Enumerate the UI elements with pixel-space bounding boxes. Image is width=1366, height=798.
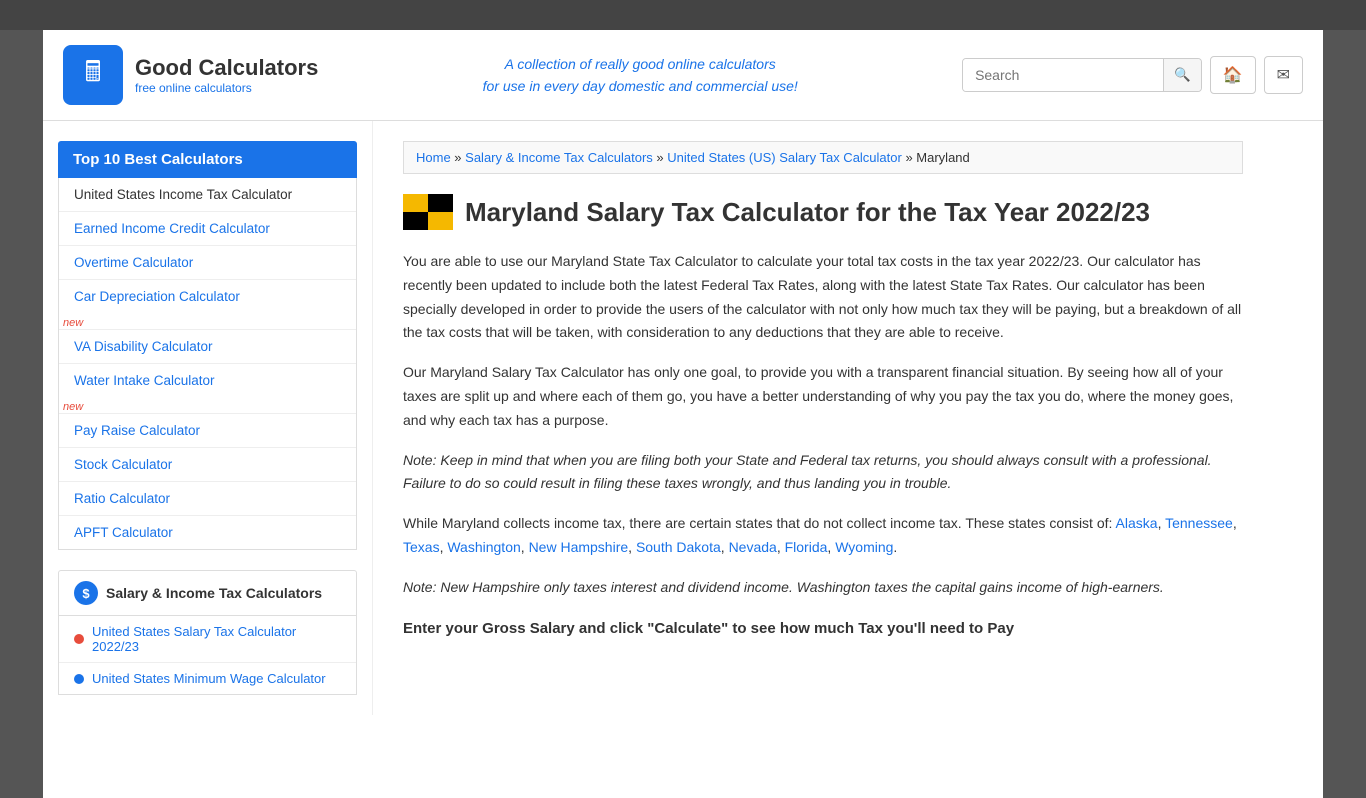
breadcrumb-separator: » (653, 150, 667, 165)
note1: Note: Keep in mind that when you are fil… (403, 449, 1243, 497)
flag-q2 (428, 194, 453, 212)
site-name: Good Calculators (135, 55, 318, 81)
dollar-icon: $ (74, 581, 98, 605)
tagline-line1: A collection of really good online calcu… (483, 53, 798, 75)
breadcrumb-separator: » (902, 150, 916, 165)
mail-button[interactable]: ✉ (1264, 56, 1303, 94)
logo-icon: 🖩 (63, 45, 123, 105)
sidebar-subnav-item: United States Salary Tax Calculator 2022… (59, 616, 356, 663)
mail-icon: ✉ (1277, 67, 1290, 84)
breadcrumb-link[interactable]: United States (US) Salary Tax Calculator (667, 150, 902, 165)
flag-q1 (403, 194, 428, 212)
sidebar-nav-link[interactable]: APFT Calculator (59, 516, 356, 549)
sidebar-nav-link[interactable]: Stock Calculator (59, 448, 356, 481)
top-bar (0, 0, 1366, 30)
no-tax-state-link[interactable]: Nevada (729, 539, 777, 555)
para3: While Maryland collects income tax, ther… (403, 512, 1243, 560)
home-icon: 🏠 (1223, 67, 1243, 84)
search-container: 🔍 (962, 58, 1202, 92)
no-tax-state-link[interactable]: Florida (785, 539, 828, 555)
content-body: You are able to use our Maryland State T… (403, 250, 1243, 641)
logo-area: 🖩 Good Calculators free online calculato… (63, 45, 318, 105)
search-button[interactable]: 🔍 (1163, 59, 1201, 91)
no-tax-state-link[interactable]: Texas (403, 539, 440, 555)
sidebar-salary-subnav: United States Salary Tax Calculator 2022… (58, 616, 357, 695)
sidebar-salary-header: $ Salary & Income Tax Calculators (58, 570, 357, 616)
para2: Our Maryland Salary Tax Calculator has o… (403, 361, 1243, 432)
no-tax-state-link[interactable]: Wyoming (835, 539, 893, 555)
tagline-line2: for use in every day domestic and commer… (483, 75, 798, 97)
page-title-row: Maryland Salary Tax Calculator for the T… (403, 194, 1243, 230)
breadcrumb-link[interactable]: Salary & Income Tax Calculators (465, 150, 653, 165)
header-tagline: A collection of really good online calcu… (483, 53, 798, 98)
no-tax-state-link[interactable]: Tennessee (1165, 515, 1233, 531)
home-button[interactable]: 🏠 (1210, 56, 1256, 94)
salary-subnav-link[interactable]: United States Minimum Wage Calculator (92, 671, 326, 686)
breadcrumb: Home » Salary & Income Tax Calculators »… (403, 141, 1243, 174)
search-input[interactable] (963, 59, 1163, 91)
no-tax-state-link[interactable]: South Dakota (636, 539, 721, 555)
sidebar: Top 10 Best Calculators United States In… (43, 121, 373, 715)
blue-dot (74, 674, 84, 684)
header: 🖩 Good Calculators free online calculato… (43, 30, 1323, 121)
content-area: Home » Salary & Income Tax Calculators »… (373, 121, 1273, 715)
sidebar-nav-link[interactable]: Pay Raise Calculator (59, 414, 356, 447)
sidebar-nav-link[interactable]: Water Intake Calculator (59, 364, 356, 397)
cta-heading: Enter your Gross Salary and click "Calcu… (403, 616, 1243, 642)
sidebar-nav-link[interactable]: Ratio Calculator (59, 482, 356, 515)
sidebar-nav-link[interactable]: VA Disability Calculator (59, 330, 356, 363)
sidebar-nav-link[interactable]: Earned Income Credit Calculator (59, 212, 356, 245)
main-layout: Top 10 Best Calculators United States In… (43, 121, 1323, 715)
sidebar-top10-title: Top 10 Best Calculators (58, 141, 357, 178)
breadcrumb-current: Maryland (916, 150, 969, 165)
sidebar-salary-label: Salary & Income Tax Calculators (106, 585, 322, 601)
sidebar-nav-link[interactable]: United States Income Tax Calculator (59, 178, 356, 211)
note2: Note: New Hampshire only taxes interest … (403, 576, 1243, 600)
flag-q4 (428, 212, 453, 230)
search-icon: 🔍 (1174, 67, 1191, 82)
sidebar-nav-link[interactable]: Car Depreciation Calculator (59, 280, 356, 313)
logo-text: Good Calculators free online calculators (135, 55, 318, 95)
no-tax-state-link[interactable]: Alaska (1116, 515, 1158, 531)
sidebar-subnav-item: United States Minimum Wage Calculator (59, 663, 356, 694)
sidebar-nav: United States Income Tax CalculatorEarne… (58, 178, 357, 550)
para1: You are able to use our Maryland State T… (403, 250, 1243, 345)
no-tax-state-link[interactable]: Washington (447, 539, 520, 555)
maryland-flag (403, 194, 453, 230)
no-tax-state-link[interactable]: New Hampshire (529, 539, 629, 555)
breadcrumb-link[interactable]: Home (416, 150, 451, 165)
red-dot (74, 634, 84, 644)
header-right: 🔍 🏠 ✉ (962, 56, 1303, 94)
breadcrumb-separator: » (451, 150, 465, 165)
sidebar-nav-link[interactable]: Overtime Calculator (59, 246, 356, 279)
new-badge: new (63, 317, 83, 329)
new-badge: new (63, 401, 83, 413)
flag-q3 (403, 212, 428, 230)
page-title: Maryland Salary Tax Calculator for the T… (465, 197, 1150, 228)
salary-subnav-link[interactable]: United States Salary Tax Calculator 2022… (92, 624, 341, 654)
site-sub: free online calculators (135, 81, 318, 95)
